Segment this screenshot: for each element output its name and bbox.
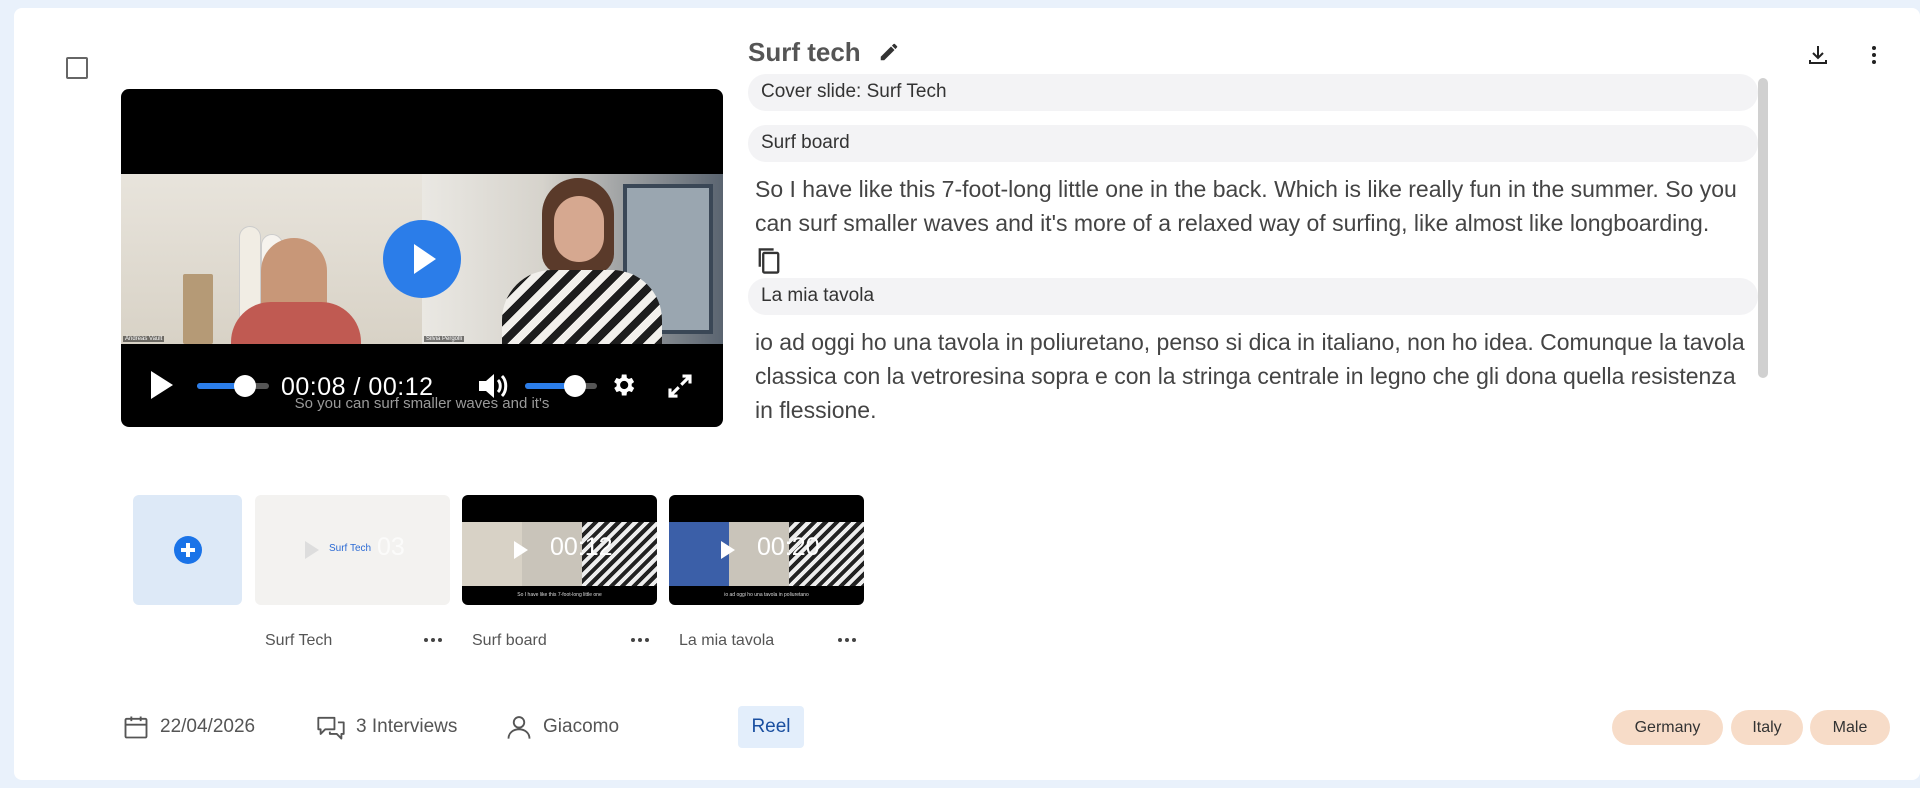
author-text: Giacomo — [543, 716, 620, 737]
clip-thumbnail[interactable]: 00:20 io ad oggi ho una tavola in poliur… — [669, 495, 864, 605]
more-horiz-icon[interactable] — [838, 638, 856, 642]
interviews-meta: 3 Interviews — [316, 713, 457, 741]
add-icon — [174, 536, 202, 564]
pencil-icon[interactable] — [878, 41, 900, 63]
tag-chip[interactable]: Germany — [1612, 710, 1723, 745]
seek-slider[interactable] — [197, 375, 269, 397]
clip-subtitle: io ad oggi ho una tavola in poliuretano — [724, 592, 809, 598]
interviews-text: 3 Interviews — [356, 716, 458, 737]
video-pane-left: Andreas Vault — [121, 174, 422, 344]
author-meta: Giacomo — [505, 713, 619, 741]
transcript-slide-title: Surf board — [748, 125, 1758, 162]
download-icon[interactable] — [1806, 43, 1830, 67]
clip-label: Surf board — [472, 632, 547, 649]
more-horiz-icon[interactable] — [631, 638, 649, 642]
transcript-scrollbar[interactable] — [1758, 78, 1768, 378]
big-play-button[interactable] — [383, 220, 461, 298]
add-clip-button[interactable] — [133, 495, 242, 605]
play-icon — [721, 541, 735, 559]
video-player[interactable]: Andreas Vault Silvia Pergolli 00:08 / 00… — [121, 89, 723, 427]
select-checkbox[interactable] — [66, 57, 88, 79]
clip-thumbnail[interactable]: Surf Tech 03 — [255, 495, 450, 605]
play-icon — [305, 541, 319, 559]
clip-thumbnail[interactable]: 00:12 So I have like this 7-foot-long li… — [462, 495, 657, 605]
clip-subtitle: So I have like this 7-foot-long little o… — [517, 592, 602, 598]
clip-label: La mia tavola — [679, 632, 775, 649]
transcript-panel[interactable]: Cover slide: Surf Tech Surf board So I h… — [748, 74, 1758, 442]
volume-slider[interactable] — [525, 375, 597, 397]
date-meta: 22/04/2026 — [122, 713, 255, 741]
date-text: 22/04/2026 — [160, 716, 256, 737]
card-title: Surf tech — [748, 37, 861, 67]
more-vert-icon[interactable] — [1862, 43, 1886, 67]
cam-label-right: Silvia Pergolli — [424, 336, 465, 342]
more-horiz-icon[interactable] — [424, 638, 442, 642]
clip-duration: 00:20 — [757, 533, 820, 561]
video-pane-right: Silvia Pergolli — [422, 174, 723, 344]
transcript-slide-title: La mia tavola — [748, 278, 1758, 315]
play-icon — [514, 541, 528, 559]
clip-label: Surf Tech — [265, 632, 333, 649]
copy-icon[interactable] — [755, 246, 783, 276]
user-icon — [507, 716, 531, 739]
type-badge: Reel — [738, 706, 804, 748]
calendar-icon — [124, 716, 148, 739]
transcript-text: io ad oggi ho una tavola in poliuretano,… — [755, 329, 1745, 423]
video-subtitle: So you can surf smaller waves and it's — [294, 395, 550, 412]
chat-icon — [317, 716, 345, 740]
transcript-text: So I have like this 7-foot-long little o… — [755, 176, 1737, 236]
tag-chip[interactable]: Italy — [1731, 710, 1803, 745]
transcript-slide-title: Cover slide: Surf Tech — [748, 74, 1758, 111]
clip-duration: 03 — [377, 533, 405, 561]
cover-title: Surf Tech — [329, 543, 372, 554]
clip-duration: 00:12 — [550, 533, 613, 561]
tag-chip[interactable]: Male — [1810, 710, 1890, 745]
cam-label-left: Andreas Vault — [123, 336, 165, 342]
